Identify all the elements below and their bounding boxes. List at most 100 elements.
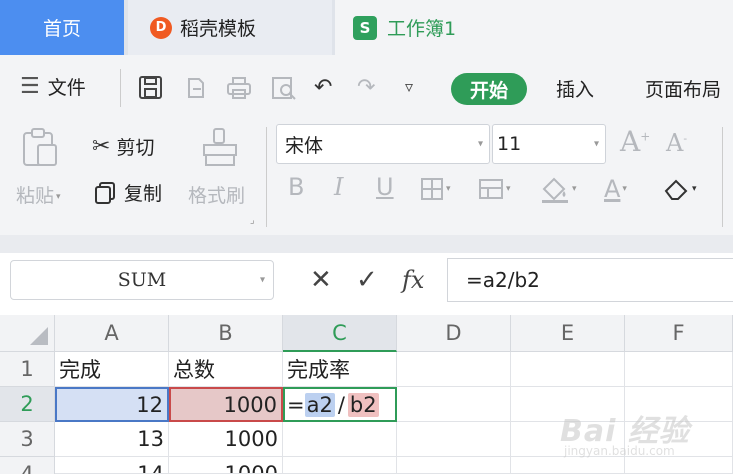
bold-button[interactable]: B [288, 173, 304, 201]
spreadsheet-logo-icon: S [353, 15, 377, 40]
borders-button[interactable]: ▾ [420, 177, 451, 201]
format-painter-icon[interactable] [200, 127, 240, 169]
copy-icon [95, 181, 115, 204]
ribbon-divider [722, 127, 723, 227]
scissors-icon: ✂ [92, 134, 111, 159]
save-icon[interactable] [137, 75, 165, 101]
cell-c1[interactable]: 完成率 [283, 352, 397, 387]
column-header-d[interactable]: D [397, 315, 511, 352]
cell-c3[interactable] [283, 422, 397, 457]
formula-input[interactable]: =a2/b2 [447, 258, 733, 302]
cell-c2-editing[interactable]: = a2/b2 [283, 387, 397, 422]
tab-page-layout[interactable]: 页面布局 [645, 75, 721, 102]
cell-d2[interactable] [397, 387, 511, 422]
cell-f1[interactable] [625, 352, 733, 387]
print-preview-icon[interactable] [270, 75, 298, 101]
tab-start[interactable]: 开始 [451, 73, 527, 105]
quick-access-dropdown-icon[interactable]: ▿ [405, 77, 413, 96]
italic-button[interactable]: I [334, 173, 343, 201]
cell-b1[interactable]: 总数 [169, 352, 283, 387]
row-header-4[interactable]: 4 [0, 457, 55, 474]
ribbon-spacer [0, 235, 733, 253]
font-color-button[interactable]: A ▾ [604, 175, 627, 203]
copy-label: 复制 [124, 183, 163, 205]
font-size-select[interactable]: 11 ▾ [492, 124, 606, 164]
hamburger-icon: ☰ [20, 74, 40, 99]
formula-ref-a2: a2 [304, 392, 335, 417]
select-all-corner[interactable] [0, 315, 55, 352]
tab-start-label: 开始 [469, 79, 508, 102]
cell-a4[interactable]: 14 [55, 457, 169, 474]
border-grid-icon [421, 178, 443, 200]
tab-home-label: 首页 [42, 18, 81, 40]
formula-text: =a2/b2 [466, 268, 540, 292]
clear-format-button[interactable]: ▾ [662, 177, 697, 201]
font-name-value: 宋体 [285, 134, 324, 157]
cell-d1[interactable] [397, 352, 511, 387]
chevron-down-icon: ▾ [506, 184, 511, 194]
font-grow-icon[interactable]: A+ [620, 125, 650, 158]
clipboard-group-expander-icon[interactable]: ⌟ [250, 215, 255, 226]
chevron-down-icon: ▾ [622, 184, 627, 194]
column-header-f[interactable]: F [625, 315, 733, 352]
export-icon[interactable] [183, 75, 209, 101]
fill-pattern-button[interactable]: ▾ [478, 177, 511, 201]
tab-home[interactable]: 首页 [0, 0, 124, 55]
paste-button[interactable]: 粘贴 ▾ [16, 181, 61, 208]
copy-button[interactable]: 复制 [94, 179, 162, 206]
confirm-formula-icon[interactable]: ✓ [356, 261, 378, 299]
cell-b3[interactable]: 1000 [169, 422, 283, 457]
fill-color-button[interactable]: ▾ [540, 175, 577, 203]
cell-b4[interactable]: 1000 [169, 457, 283, 474]
row-header-2[interactable]: 2 [0, 387, 55, 422]
tab-workbook[interactable]: S 工作簿1 [335, 0, 733, 55]
cut-button[interactable]: ✂ 剪切 [92, 133, 154, 160]
column-header-a[interactable]: A [55, 315, 169, 352]
watermark-url: jingyan.baidu.com [564, 444, 675, 458]
cut-label: 剪切 [116, 137, 155, 159]
underline-button[interactable]: U [376, 173, 394, 201]
font-color-label: A [604, 175, 621, 203]
chevron-down-icon: ▾ [446, 184, 451, 194]
paste-icon[interactable] [20, 127, 60, 169]
insert-function-icon[interactable]: fx [402, 261, 424, 299]
name-box-value: SUM [117, 269, 167, 291]
format-painter-label: 格式刷 [188, 185, 246, 207]
cell-a3[interactable]: 13 [55, 422, 169, 457]
cancel-formula-icon[interactable]: ✕ [310, 261, 332, 299]
title-tab-bar: 首页 D 稻壳模板 S 工作簿1 [0, 0, 733, 55]
daoke-logo-icon: D [150, 16, 172, 39]
undo-icon[interactable]: ↶ [314, 75, 332, 100]
chevron-down-icon: ▾ [477, 138, 483, 150]
formula-operator: / [337, 392, 345, 417]
cell-b2[interactable]: 1000 [169, 387, 283, 422]
format-painter-button[interactable]: 格式刷 [188, 181, 245, 208]
tab-insert[interactable]: 插入 [556, 75, 594, 102]
column-header-b[interactable]: B [169, 315, 283, 352]
chevron-down-icon: ▾ [259, 274, 265, 286]
redo-icon[interactable]: ↷ [357, 75, 375, 100]
paste-label: 粘贴 [16, 185, 55, 207]
file-menu[interactable]: ☰ 文件 [20, 73, 86, 100]
cell-a1[interactable]: 完成 [55, 352, 169, 387]
tab-daoke-templates[interactable]: D 稻壳模板 [128, 0, 332, 55]
row-header-3[interactable]: 3 [0, 422, 55, 457]
row-header-1[interactable]: 1 [0, 352, 55, 387]
ribbon-divider [266, 127, 267, 227]
cell-d3[interactable] [397, 422, 511, 457]
cell-a2[interactable]: 12 [55, 387, 169, 422]
paint-bucket-icon [542, 177, 568, 203]
cell-d4[interactable] [397, 457, 511, 474]
column-header-c[interactable]: C [283, 315, 397, 352]
tab-insert-label: 插入 [556, 79, 595, 101]
font-name-select[interactable]: 宋体 ▾ [276, 124, 490, 164]
column-header-e[interactable]: E [511, 315, 625, 352]
name-box[interactable]: SUM ▾ [10, 260, 274, 300]
cell-e1[interactable] [511, 352, 625, 387]
font-shrink-icon[interactable]: A- [666, 129, 687, 157]
print-icon[interactable] [225, 75, 253, 101]
chevron-down-icon: ▾ [692, 184, 697, 194]
tab-workbook-label: 工作簿1 [387, 18, 457, 40]
cell-c4[interactable] [283, 457, 397, 474]
eraser-icon [664, 179, 688, 200]
